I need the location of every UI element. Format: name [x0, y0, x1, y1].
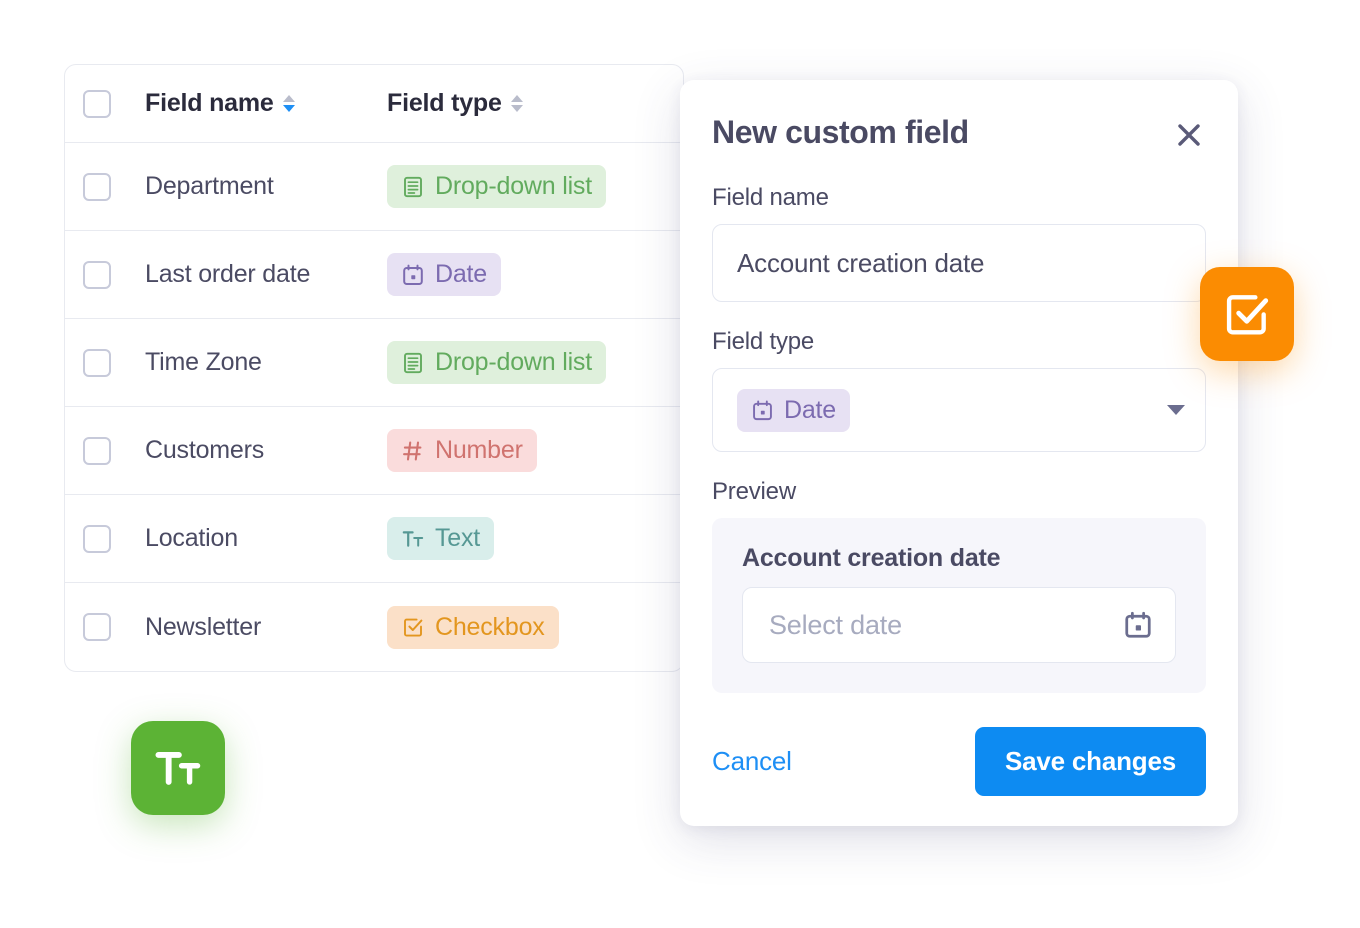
- row-field-type-cell: Text: [387, 517, 683, 560]
- preview-panel: Account creation date Select date: [712, 518, 1206, 693]
- calendar-icon[interactable]: [1123, 610, 1153, 640]
- text-size-icon: [155, 752, 201, 785]
- column-header-field-type[interactable]: Field type: [387, 89, 683, 118]
- screen: Field name Field type Department Drop-dow…: [0, 0, 1360, 928]
- text-size-icon: [402, 530, 424, 547]
- field-type-tag[interactable]: Drop-down list: [387, 341, 606, 384]
- field-type-tag-label: Drop-down list: [435, 172, 592, 200]
- checkbox-icon: [1226, 295, 1269, 335]
- table-row: Newsletter Checkbox: [65, 583, 683, 671]
- checkbox-field-badge[interactable]: [1200, 267, 1294, 361]
- row-field-name-cell: Newsletter: [145, 613, 387, 642]
- field-name-label: Field name: [712, 184, 829, 211]
- custom-fields-table: Field name Field type Department Drop-dow…: [64, 64, 684, 672]
- table-row: Time Zone Drop-down list: [65, 319, 683, 407]
- close-icon[interactable]: [1172, 118, 1206, 152]
- field-type-label: Field type: [712, 328, 815, 355]
- row-field-type-cell: Drop-down list: [387, 341, 683, 384]
- checkbox-icon: [404, 618, 423, 637]
- dialog-title: New custom field: [712, 114, 969, 150]
- column-header-field-type-label: Field type: [387, 89, 502, 117]
- row-checkbox[interactable]: [83, 436, 111, 465]
- sort-field-type-icon[interactable]: [510, 95, 523, 112]
- preview-label: Preview: [712, 478, 796, 505]
- row-select-cell: [83, 348, 145, 377]
- field-type-selected-label: Date: [784, 395, 837, 424]
- preview-date-input[interactable]: Select date: [742, 587, 1176, 663]
- field-name-input[interactable]: [712, 224, 1206, 302]
- row-checkbox[interactable]: [83, 260, 111, 289]
- row-field-name: Department: [145, 172, 274, 200]
- row-checkbox[interactable]: [83, 524, 111, 553]
- calendar-icon: [403, 264, 423, 285]
- row-field-name: Time Zone: [145, 348, 262, 376]
- row-select-cell: [83, 436, 145, 465]
- row-field-name: Location: [145, 524, 238, 552]
- calendar-icon: [753, 400, 772, 420]
- table-row: Department Drop-down list: [65, 143, 683, 231]
- row-field-type-cell: Date: [387, 253, 683, 296]
- field-type-tag[interactable]: Drop-down list: [387, 165, 606, 208]
- field-type-tag[interactable]: Checkbox: [387, 605, 559, 649]
- list-icon: [404, 352, 422, 373]
- row-checkbox[interactable]: [83, 172, 111, 201]
- row-field-name-cell: Customers: [145, 436, 387, 465]
- field-type-selected-tag: Date: [737, 388, 851, 432]
- field-type-tag[interactable]: Date: [387, 253, 502, 296]
- table-row: Last order date Date: [65, 231, 683, 319]
- row-checkbox[interactable]: [83, 613, 111, 641]
- save-changes-button[interactable]: Save changes: [974, 727, 1206, 796]
- field-type-tag[interactable]: Number: [387, 429, 537, 472]
- row-checkbox[interactable]: [83, 348, 111, 377]
- chevron-down-icon[interactable]: [1167, 405, 1185, 415]
- select-all-cell: [83, 89, 145, 118]
- dialog-footer: Cancel Save changes: [712, 727, 1206, 796]
- row-field-type-cell: Drop-down list: [387, 165, 683, 208]
- row-field-name: Newsletter: [145, 612, 262, 641]
- row-field-type-cell: Checkbox: [387, 605, 683, 649]
- field-type-tag-label: Date: [435, 260, 488, 288]
- field-type-tag[interactable]: Text: [387, 517, 495, 560]
- row-select-cell: [83, 524, 145, 553]
- table-row: Location Text: [65, 495, 683, 583]
- table-header-row: Field name Field type: [65, 65, 683, 143]
- field-type-tag-label: Drop-down list: [435, 348, 592, 376]
- table-row: Customers Number: [65, 407, 683, 495]
- row-field-name-cell: Time Zone: [145, 348, 387, 377]
- field-type-tag-label: Number: [435, 436, 523, 464]
- field-type-tag-label: Text: [435, 524, 481, 552]
- column-header-field-name-label: Field name: [145, 89, 274, 117]
- row-field-name-cell: Last order date: [145, 260, 387, 289]
- select-all-checkbox[interactable]: [83, 89, 111, 118]
- row-select-cell: [83, 613, 145, 641]
- row-field-name: Last order date: [145, 260, 311, 288]
- field-type-tag-label: Checkbox: [435, 612, 545, 641]
- list-icon: [404, 176, 422, 197]
- row-field-type-cell: Number: [387, 429, 683, 472]
- row-field-name: Customers: [145, 436, 265, 464]
- row-field-name-cell: Location: [145, 524, 387, 553]
- field-type-select[interactable]: Date: [712, 368, 1206, 452]
- column-header-field-name[interactable]: Field name: [145, 89, 387, 118]
- preview-date-placeholder: Select date: [769, 609, 902, 640]
- row-select-cell: [83, 172, 145, 201]
- new-custom-field-dialog: New custom field Field name Field type D…: [680, 80, 1238, 826]
- text-field-badge[interactable]: [131, 721, 225, 815]
- hash-icon: [403, 441, 422, 460]
- row-select-cell: [83, 260, 145, 289]
- cancel-button[interactable]: Cancel: [712, 746, 792, 777]
- row-field-name-cell: Department: [145, 172, 387, 201]
- preview-field-label: Account creation date: [742, 544, 1001, 572]
- dialog-header: New custom field: [712, 114, 1206, 152]
- sort-field-name-icon[interactable]: [282, 95, 295, 112]
